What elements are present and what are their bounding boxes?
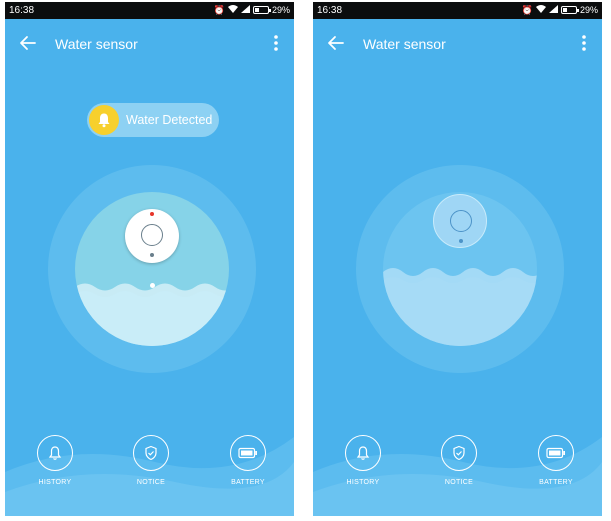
status-bar: 16:38 ⏰ 29% [313, 2, 602, 19]
app-bar: Water sensor [313, 19, 602, 67]
bell-icon [48, 446, 62, 460]
app-bar: Water sensor [5, 19, 294, 67]
status-time: 16:38 [317, 5, 343, 16]
more-options-icon[interactable] [270, 34, 282, 52]
battery-icon [546, 447, 565, 459]
sensor-device-image [125, 209, 179, 263]
history-label: HISTORY [38, 479, 72, 486]
sensor-device-image [433, 194, 487, 248]
status-battery-text: 29% [271, 5, 290, 15]
phone-screen-water-detected: 16:38 ⏰ 29% Water sensor Water Detected … [5, 2, 294, 516]
status-bar: 16:38 ⏰ 29% [5, 2, 294, 19]
alarm-led [150, 212, 154, 216]
sensor-button [141, 224, 163, 246]
notice-label: NOTICE [136, 479, 166, 486]
history-button[interactable]: HISTORY [36, 435, 74, 486]
shield-icon [145, 445, 157, 461]
battery-icon [238, 447, 257, 459]
alarm-icon: ⏰ [521, 5, 533, 15]
alert-text: Water Detected [126, 113, 213, 127]
signal-icon [240, 5, 250, 15]
page-title: Water sensor [55, 36, 138, 52]
more-options-icon[interactable] [578, 34, 590, 52]
battery-button[interactable]: BATTERY [537, 435, 575, 486]
battery-label: BATTERY [539, 479, 573, 486]
battery-button[interactable]: BATTERY [229, 435, 267, 486]
status-time: 16:38 [9, 5, 35, 16]
wifi-icon [535, 5, 546, 15]
water-drop [150, 283, 155, 288]
notice-button[interactable]: NOTICE [132, 435, 170, 486]
phone-screen-normal: 16:38 ⏰ 29% Water sensor HISTORY NOTICE … [313, 2, 602, 516]
sensor-probe [150, 253, 154, 257]
notice-button[interactable]: NOTICE [440, 435, 478, 486]
status-battery-text: 29% [579, 5, 598, 15]
battery-label: BATTERY [231, 479, 265, 486]
shield-icon [453, 445, 465, 461]
status-icons: ⏰ 29% [214, 5, 290, 15]
history-label: HISTORY [346, 479, 380, 486]
back-arrow-icon[interactable] [327, 34, 345, 52]
sensor-probe [459, 239, 463, 243]
signal-icon [548, 5, 558, 15]
history-button[interactable]: HISTORY [344, 435, 382, 486]
alert-bell-icon [89, 105, 119, 135]
battery-status-icon [252, 6, 271, 14]
bell-icon [356, 446, 370, 460]
wifi-icon [227, 5, 238, 15]
battery-status-icon [560, 6, 579, 14]
status-icons: ⏰ 29% [522, 5, 598, 15]
alarm-icon: ⏰ [213, 5, 225, 15]
page-title: Water sensor [363, 36, 446, 52]
notice-label: NOTICE [444, 479, 474, 486]
sensor-button [450, 210, 472, 232]
back-arrow-icon[interactable] [19, 34, 37, 52]
water-alert-badge[interactable]: Water Detected [87, 103, 219, 137]
